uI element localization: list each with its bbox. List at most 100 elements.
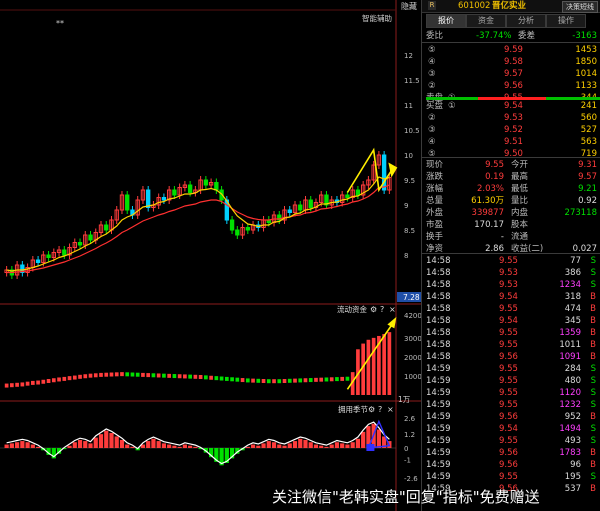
y-tick-label: -2.6 xyxy=(404,475,418,483)
osc-bar xyxy=(67,445,72,448)
osc-bar xyxy=(182,444,187,448)
buy-order-row[interactable]: ③ 9.52 527 xyxy=(422,124,600,136)
sell-order-row[interactable]: ② 9.56 1133 xyxy=(422,80,600,92)
stat-value: 9.31 xyxy=(578,160,597,170)
tick-row[interactable]: 14:58 9.53 1234 S xyxy=(422,279,600,291)
tick-row[interactable]: 14:58 9.55 77 S xyxy=(422,255,600,267)
tick-row[interactable]: 14:58 9.55 1011 B xyxy=(422,339,600,351)
tick-row[interactable]: 14:58 9.55 474 B xyxy=(422,303,600,315)
tick-row[interactable]: 14:59 9.56 96 B xyxy=(422,459,600,471)
buy-order-row[interactable]: 买盘 ① 9.54 241 xyxy=(422,100,600,112)
tick-row[interactable]: 14:59 9.56 952 B xyxy=(422,411,600,423)
sell-volume: 1014 xyxy=(575,69,597,79)
buy-volume: 563 xyxy=(580,137,597,147)
tab-operation[interactable]: 操作 xyxy=(546,14,586,28)
stat-value: 273118 xyxy=(564,208,597,218)
osc-bar xyxy=(298,438,303,448)
stat-label: 最高 xyxy=(511,172,529,182)
tick-row[interactable]: 14:59 9.55 480 S xyxy=(422,375,600,387)
tick-row[interactable]: 14:59 9.55 1120 S xyxy=(422,387,600,399)
flow-bar xyxy=(93,373,98,378)
candle-body xyxy=(355,189,361,196)
candle-body xyxy=(125,194,130,211)
close-icon[interactable]: × xyxy=(387,405,394,414)
gear-icon[interactable]: ⚙ xyxy=(368,405,375,414)
tick-time: 14:59 xyxy=(426,460,451,470)
y-tick-label: 11.5 xyxy=(404,77,420,85)
level-icon: ④ xyxy=(428,137,436,147)
tick-side: S xyxy=(590,436,596,446)
buy-order-row[interactable]: ② 9.53 560 xyxy=(422,112,600,124)
y-tick-label: 1.2 xyxy=(404,431,415,439)
tick-row[interactable]: 14:58 9.55 1359 B xyxy=(422,327,600,339)
osc-bar xyxy=(151,438,156,448)
osc-bar xyxy=(308,442,313,448)
tab-funds[interactable]: 资金 xyxy=(466,14,506,28)
y-tick-label: -1 xyxy=(404,457,411,465)
flow-bar xyxy=(340,376,345,381)
tick-row[interactable]: 14:59 9.54 1494 S xyxy=(422,423,600,435)
flow-bar xyxy=(329,377,334,382)
decision-button[interactable]: 决策短线 xyxy=(562,1,598,13)
stat-label: 内盘 xyxy=(511,208,529,218)
tick-row[interactable]: 14:58 9.54 345 B xyxy=(422,315,600,327)
tick-row[interactable]: 14:58 9.53 386 S xyxy=(422,267,600,279)
smart-assist-label[interactable]: 智能辅助 xyxy=(362,13,392,23)
tick-row[interactable]: 14:59 9.55 493 S xyxy=(422,435,600,447)
tick-time: 14:58 xyxy=(426,304,451,314)
tick-price: 9.53 xyxy=(499,268,518,278)
tick-side: B xyxy=(590,340,596,350)
tick-price: 9.55 xyxy=(499,376,518,386)
flow-bar xyxy=(78,374,82,379)
tick-row[interactable]: 14:58 9.56 1091 B xyxy=(422,351,600,363)
tick-row[interactable]: 14:59 9.55 1232 S xyxy=(422,399,600,411)
stat-value: 9.21 xyxy=(578,184,597,194)
sell-order-row[interactable]: ⑤ 9.59 1453 xyxy=(422,44,600,56)
y-tick-label: 1000 xyxy=(404,373,421,381)
sell-order-row[interactable]: ③ 9.57 1014 xyxy=(422,68,600,80)
gear-icon[interactable]: ⚙ xyxy=(370,305,377,314)
y-tick-label: 9.5 xyxy=(404,177,415,185)
tick-volume: 952 xyxy=(564,412,581,422)
close-icon[interactable]: × xyxy=(389,305,396,314)
watermark: 关注微信"老韩实盘"回复"指标"免费赠送 xyxy=(272,488,540,506)
osc-bar xyxy=(282,445,287,448)
flow-bar xyxy=(266,379,271,384)
tick-time: 14:59 xyxy=(426,436,451,446)
sell-order-row[interactable]: ④ 9.58 1850 xyxy=(422,56,600,68)
help-icon[interactable]: ? xyxy=(378,405,382,414)
tick-side: S xyxy=(590,424,596,434)
flow-bar xyxy=(251,378,255,383)
osc-bar xyxy=(345,444,350,448)
chart-area[interactable]: 12 11.5 11 10.5 10 9.5 9 8.5 8 4200 3000 2000 1000 2.… xyxy=(0,0,421,511)
osc-bar xyxy=(114,436,119,448)
flow-bar xyxy=(230,377,234,382)
tick-time: 14:59 xyxy=(426,448,451,458)
buy-price: 9.51 xyxy=(504,137,523,147)
tick-row[interactable]: 14:59 9.56 1783 B xyxy=(422,447,600,459)
candle-body xyxy=(172,189,177,196)
tick-row[interactable]: 14:59 9.55 284 S xyxy=(422,363,600,375)
flow-bar xyxy=(382,334,386,395)
osc-bar xyxy=(88,443,93,448)
osc-bar xyxy=(4,444,9,448)
osc-bar xyxy=(20,441,25,448)
stat-value: 61.30万 xyxy=(471,196,504,206)
hide-label[interactable]: 隐藏 xyxy=(401,1,417,11)
stat-label: 现价 xyxy=(426,160,444,170)
tick-row[interactable]: 14:58 9.54 318 B xyxy=(422,291,600,303)
tick-price: 9.56 xyxy=(499,460,518,470)
flow-bar xyxy=(15,382,19,387)
flow-bar xyxy=(245,378,250,383)
tab-analysis[interactable]: 分析 xyxy=(506,14,546,28)
buy-volume: 527 xyxy=(580,125,597,135)
tab-quote[interactable]: 报价 xyxy=(426,14,466,28)
buy-order-row[interactable]: ④ 9.51 563 xyxy=(422,136,600,148)
help-icon[interactable]: ? xyxy=(380,305,384,314)
candle-body xyxy=(214,182,219,191)
tick-volume: 1120 xyxy=(559,388,581,398)
flow-bar xyxy=(287,378,292,383)
tick-row[interactable]: 14:59 9.55 195 S xyxy=(422,471,600,483)
osc-bar xyxy=(334,442,340,448)
r-badge[interactable]: R xyxy=(428,1,436,10)
